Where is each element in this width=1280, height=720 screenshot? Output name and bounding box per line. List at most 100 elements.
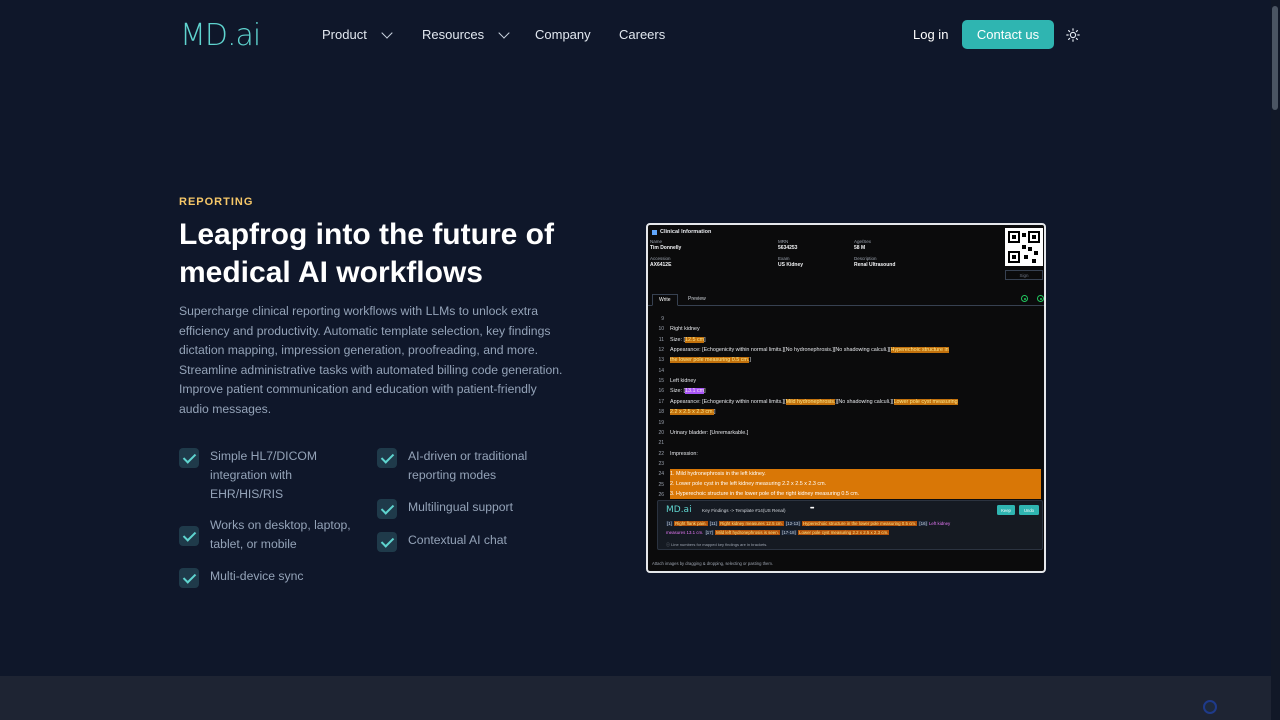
mrn-label: MRN bbox=[778, 239, 789, 244]
report-line: Urinary bladder: [Unremarkable.] bbox=[670, 430, 749, 436]
kf-note: ⓘ Line numbers for mapped key findings a… bbox=[666, 542, 768, 547]
line-number: 15 bbox=[658, 378, 664, 384]
kf-title: Key Findings -> Template #14(US Renal) bbox=[702, 508, 786, 513]
sign-label: Sign bbox=[1019, 272, 1029, 278]
kf-ref: [17] bbox=[704, 530, 714, 535]
clinical-info-header: Clinical Information bbox=[652, 229, 711, 235]
kf-finding: Lower pole cyst measuring 2.2 x 2.5 x 2.… bbox=[798, 530, 890, 535]
record-icon[interactable] bbox=[1021, 295, 1028, 302]
report-line: Right kidney bbox=[670, 326, 700, 332]
kf-ref: [1] bbox=[666, 521, 673, 526]
login-link[interactable]: Log in bbox=[913, 27, 948, 42]
line-text: ] bbox=[714, 409, 716, 415]
kf-ref: [17-18] bbox=[781, 530, 797, 535]
line-text: ] bbox=[704, 388, 706, 394]
feature-label: Multi-device sync bbox=[210, 569, 304, 583]
line-number: 16 bbox=[658, 388, 664, 394]
line-number: 12 bbox=[658, 347, 664, 353]
top-navigation: MD.ai Product Resources Company Careers … bbox=[0, 0, 1280, 70]
qr-code bbox=[1005, 228, 1043, 266]
kf-logo: MD.ai bbox=[666, 505, 692, 515]
description-value: Renal Ultrasound bbox=[854, 262, 896, 268]
feature-label: AI-driven or traditional reporting modes bbox=[408, 449, 528, 482]
line-number: 19 bbox=[658, 420, 664, 426]
logo-suffix: ai bbox=[235, 18, 262, 53]
line-number: 25 bbox=[658, 482, 664, 488]
mdai-logo[interactable]: MD.ai bbox=[180, 18, 262, 53]
line-text: Appearance: [ bbox=[670, 399, 704, 405]
recaptcha-icon bbox=[1203, 700, 1217, 714]
nav-careers-label: Careers bbox=[619, 27, 666, 42]
highlight: the lower pole measuring 0.5 cm. bbox=[670, 357, 750, 363]
feature-label: Simple HL7/DICOM integration with EHR/HI… bbox=[210, 449, 318, 501]
line-number: 22 bbox=[658, 451, 664, 457]
check-icon bbox=[179, 568, 199, 588]
keep-button[interactable]: Keep bbox=[997, 505, 1015, 515]
kf-finding: Hyperechoic structure in the lower pole … bbox=[801, 521, 918, 526]
report-line: Left kidney bbox=[670, 378, 697, 384]
feature-label: Contextual AI chat bbox=[408, 533, 507, 547]
highlight: 13.1 cm bbox=[684, 388, 705, 394]
more-icon[interactable]: ••• bbox=[810, 506, 814, 512]
line-text: ] bbox=[704, 337, 706, 343]
nav-product[interactable]: Product bbox=[322, 26, 393, 42]
line-text: Echogenicity within normal limits.][ bbox=[703, 399, 786, 405]
hero-title: Leapfrog into the future of medical AI w… bbox=[179, 218, 554, 289]
kf-ref: [12-13] bbox=[785, 521, 801, 526]
report-line: Impression: bbox=[670, 451, 698, 457]
section-eyebrow: REPORTING bbox=[179, 196, 254, 208]
line-text: Size: [ bbox=[670, 388, 685, 394]
sun-icon[interactable] bbox=[1066, 28, 1080, 42]
line-number: 21 bbox=[658, 440, 664, 446]
description-label: Description bbox=[854, 256, 877, 261]
kf-finding: Left kidney bbox=[928, 521, 951, 526]
nav-resources[interactable]: Resources bbox=[422, 26, 510, 42]
check-icon bbox=[377, 532, 397, 552]
check-icon bbox=[179, 526, 199, 546]
feature-item: AI-driven or traditional reporting modes bbox=[377, 447, 567, 485]
key-findings-card: MD.ai Key Findings -> Template #14(US Re… bbox=[657, 500, 1043, 550]
nav-product-label: Product bbox=[322, 27, 367, 42]
undo-button[interactable]: Undo bbox=[1019, 505, 1039, 515]
feature-item: Contextual AI chat bbox=[377, 531, 567, 552]
reporting-app-screenshot: Clinical Information Name Tim Donnelly M… bbox=[646, 223, 1046, 573]
accession-value: AX6412E bbox=[650, 262, 672, 268]
report-line: Appearance: [Echogenicity within normal … bbox=[670, 347, 949, 353]
tab-write[interactable]: Write bbox=[652, 294, 678, 306]
nav-resources-label: Resources bbox=[422, 27, 485, 42]
qr-code-icon bbox=[1008, 231, 1040, 263]
kf-ref: [16] bbox=[918, 521, 928, 526]
highlight: Lower pole cyst measuring bbox=[893, 399, 958, 405]
attach-hint[interactable]: Attach images by dragging & dropping, se… bbox=[652, 561, 773, 566]
line-number: 9 bbox=[661, 316, 664, 322]
impression-line: 1. Mild hydronephrosis in the left kidne… bbox=[670, 471, 766, 477]
line-number: 26 bbox=[658, 492, 664, 498]
line-number: 17 bbox=[658, 399, 664, 405]
check-icon bbox=[377, 448, 397, 468]
feature-item: Multi-device sync bbox=[179, 567, 369, 588]
kf-finding: Right kidney measures 12.5 cm. bbox=[719, 521, 784, 526]
highlight: Mild hydronephrosis. bbox=[785, 399, 836, 405]
next-section bbox=[0, 676, 1280, 720]
play-icon[interactable] bbox=[1037, 295, 1044, 302]
logo-text: MD bbox=[180, 18, 228, 53]
patient-name: Tim Donnelly bbox=[650, 245, 682, 251]
kf-note-text: Line numbers for mapped key findings are… bbox=[671, 542, 768, 547]
line-text: Size: [ bbox=[670, 337, 685, 343]
report-line: 2.2 x 2.5 x 2.3 cm.] bbox=[670, 409, 716, 415]
line-number: 18 bbox=[658, 409, 664, 415]
contact-us-button[interactable]: Contact us bbox=[962, 20, 1054, 49]
nav-company-label: Company bbox=[535, 27, 591, 42]
nav-careers[interactable]: Careers bbox=[619, 27, 665, 42]
sign-button[interactable]: Sign bbox=[1005, 270, 1043, 280]
logo-dot: . bbox=[226, 18, 236, 53]
scrollbar-thumb[interactable] bbox=[1272, 6, 1278, 110]
kf-mapping: [1] Right flank pain. [11] Right kidney … bbox=[666, 519, 1036, 537]
impression-line: 3. Hyperechoic structure in the lower po… bbox=[670, 491, 860, 497]
kf-finding: measures 13.1 cm. bbox=[666, 530, 704, 535]
report-line: Size: [12.5 cm] bbox=[670, 337, 706, 343]
tab-preview[interactable]: Preview bbox=[682, 294, 712, 304]
feature-item: Multilingual support bbox=[377, 498, 567, 519]
chevron-down-icon bbox=[381, 26, 393, 39]
nav-company[interactable]: Company bbox=[535, 27, 591, 42]
